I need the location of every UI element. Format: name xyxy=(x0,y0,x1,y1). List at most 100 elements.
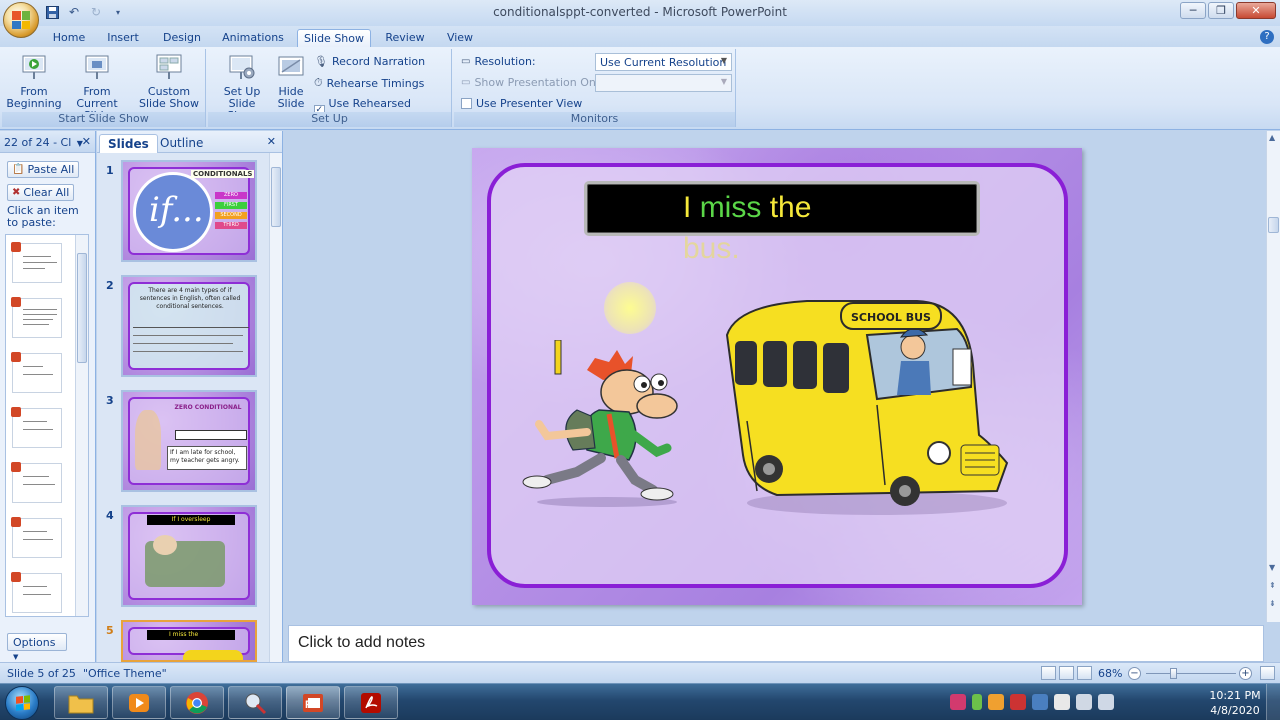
zoom-in-icon[interactable]: + xyxy=(1239,667,1252,680)
normal-view-icon[interactable] xyxy=(1041,666,1056,680)
thumb-3-caption: If I am late for school, my teacher gets… xyxy=(167,446,247,470)
powerpoint-icon xyxy=(11,517,21,527)
thumb-1-badge: SECOND xyxy=(215,212,247,219)
zoom-out-icon[interactable]: − xyxy=(1128,667,1141,680)
powerpoint-icon: P xyxy=(303,693,323,712)
slides-pane-close-button[interactable]: ✕ xyxy=(267,135,276,148)
taskbar-paint-tool[interactable] xyxy=(228,686,282,719)
from-beginning-button[interactable]: From Beginning xyxy=(6,53,62,110)
clipboard-item[interactable] xyxy=(11,572,62,613)
slide-title[interactable]: I miss the xyxy=(683,191,811,225)
group-label-monitors: Monitors xyxy=(454,112,735,127)
from-beginning-label: From Beginning xyxy=(6,85,62,110)
clipboard-item[interactable] xyxy=(11,462,62,503)
clock-time: 10:21 PM xyxy=(1209,689,1261,702)
zoom-level[interactable]: 68% xyxy=(1098,667,1122,680)
show-on-select[interactable]: ▼ xyxy=(595,74,732,92)
slide-number: 4 xyxy=(106,509,114,522)
tab-animations[interactable]: Animations xyxy=(220,29,286,47)
previous-slide-icon[interactable]: ⇞ xyxy=(1269,581,1276,590)
slide-thumbnail-5[interactable]: I miss the xyxy=(121,620,257,662)
tab-design[interactable]: Design xyxy=(158,29,206,47)
use-presenter-view-checkbox[interactable]: Use Presenter View xyxy=(461,97,582,110)
slide-thumbnail-1[interactable]: if... CONDITIONALS ZERO FIRST SECOND THI… xyxy=(121,160,257,262)
tab-slides[interactable]: Slides xyxy=(99,134,158,153)
hide-slide-button[interactable]: Hide Slide xyxy=(274,53,308,110)
tray-app-icon[interactable] xyxy=(1032,694,1048,710)
title-word: I xyxy=(683,191,692,224)
tray-network-icon[interactable] xyxy=(1098,694,1114,710)
notes-pane[interactable]: Click to add notes xyxy=(288,625,1264,662)
microphone-icon: 🎙 xyxy=(314,55,328,68)
start-button[interactable] xyxy=(5,686,39,720)
slide-number: 1 xyxy=(106,164,114,177)
chevron-down-icon: ▼ xyxy=(13,653,19,661)
restore-button[interactable]: ❐ xyxy=(1208,2,1234,19)
checkbox-unchecked-icon xyxy=(461,98,472,109)
resolution-select[interactable]: Use Current Resolution ▼ xyxy=(595,53,732,71)
tab-outline[interactable]: Outline xyxy=(152,134,211,153)
clipboard-item[interactable] xyxy=(11,407,62,448)
thumb-3-text: ZERO CONDITIONAL xyxy=(174,404,242,411)
clear-all-button[interactable]: ✖ Clear All xyxy=(7,184,75,201)
powerpoint-icon xyxy=(11,297,21,307)
taskbar-explorer[interactable] xyxy=(54,686,108,719)
folder-icon xyxy=(68,695,94,713)
paste-all-button[interactable]: 📋 Paste All xyxy=(7,161,80,178)
office-button[interactable] xyxy=(3,2,39,38)
tray-app-icon[interactable] xyxy=(950,694,966,710)
hide-slide-icon xyxy=(276,53,306,83)
zoom-slider-knob[interactable] xyxy=(1170,668,1177,679)
taskbar-media-player[interactable] xyxy=(112,686,166,719)
minimize-button[interactable]: ─ xyxy=(1180,2,1206,19)
slide-thumbnail-3[interactable]: ZERO CONDITIONAL If I am late for school… xyxy=(121,390,257,492)
tray-battery-icon[interactable] xyxy=(972,694,982,710)
slideshow-current-icon xyxy=(82,53,112,83)
tab-view[interactable]: View xyxy=(440,29,480,47)
show-desktop-button[interactable] xyxy=(1266,684,1280,720)
taskbar-acrobat[interactable] xyxy=(344,686,398,719)
tab-slide-show[interactable]: Slide Show xyxy=(297,29,371,47)
slide-show-view-icon[interactable] xyxy=(1077,666,1092,680)
zoom-slider-track[interactable] xyxy=(1146,673,1236,674)
tray-app-icon[interactable] xyxy=(988,694,1004,710)
clipboard-close-button[interactable]: ✕ xyxy=(82,135,91,148)
slide-thumbnail-2[interactable]: There are 4 main types of if sentences i… xyxy=(121,275,257,377)
taskbar-powerpoint[interactable]: P xyxy=(286,686,340,719)
tray-flag-icon[interactable] xyxy=(1054,694,1070,710)
slide-thumbnail-4[interactable]: If I oversleep xyxy=(121,505,257,607)
current-slide[interactable]: I miss the bus. SCHOOL BUS xyxy=(472,148,1082,605)
scroll-down-icon[interactable]: ▼ xyxy=(1269,563,1275,572)
thumb-1-badge: ZERO xyxy=(215,192,247,199)
scroll-up-icon[interactable]: ▲ xyxy=(1269,133,1275,142)
tray-acrobat-icon[interactable] xyxy=(1010,694,1026,710)
close-button[interactable]: ✕ xyxy=(1236,2,1276,19)
rehearse-timings-button[interactable]: ⏱ Rehearse Timings xyxy=(314,76,424,90)
tab-insert[interactable]: Insert xyxy=(102,29,144,47)
clipboard-item[interactable] xyxy=(11,297,62,338)
clock-date: 4/8/2020 xyxy=(1210,704,1260,717)
clipboard-item[interactable] xyxy=(11,352,62,393)
school-bus-illustration: SCHOOL BUS xyxy=(725,300,1009,515)
record-narration-button[interactable]: 🎙 Record Narration xyxy=(314,55,425,68)
clipboard-item[interactable] xyxy=(11,242,62,283)
clipboard-header-label: 22 of 24 - Cl xyxy=(4,136,72,149)
media-player-icon xyxy=(129,693,149,712)
clipboard-scrollbar[interactable] xyxy=(75,235,88,616)
taskbar-chrome[interactable] xyxy=(170,686,224,719)
slide-sorter-view-icon[interactable] xyxy=(1059,666,1074,680)
options-button[interactable]: Options ▼ xyxy=(7,633,67,661)
main-vertical-scrollbar[interactable]: ▲ ▼ ⇞ ⇟ xyxy=(1266,131,1280,622)
slides-pane-scrollbar[interactable] xyxy=(269,153,282,662)
tab-review[interactable]: Review xyxy=(382,29,428,47)
clipboard-item[interactable] xyxy=(11,517,62,558)
next-slide-icon[interactable]: ⇟ xyxy=(1269,599,1276,608)
tab-home[interactable]: Home xyxy=(48,29,90,47)
fit-to-window-icon[interactable] xyxy=(1260,666,1275,680)
taskbar-clock[interactable]: 10:21 PM 4/8/2020 xyxy=(1205,688,1265,718)
help-icon[interactable]: ? xyxy=(1260,30,1274,44)
chrome-icon xyxy=(186,691,208,714)
tray-volume-icon[interactable] xyxy=(1076,694,1092,710)
clipboard-header[interactable]: 22 of 24 - Cl ▼ ✕ xyxy=(0,131,95,153)
powerpoint-icon xyxy=(11,352,21,362)
